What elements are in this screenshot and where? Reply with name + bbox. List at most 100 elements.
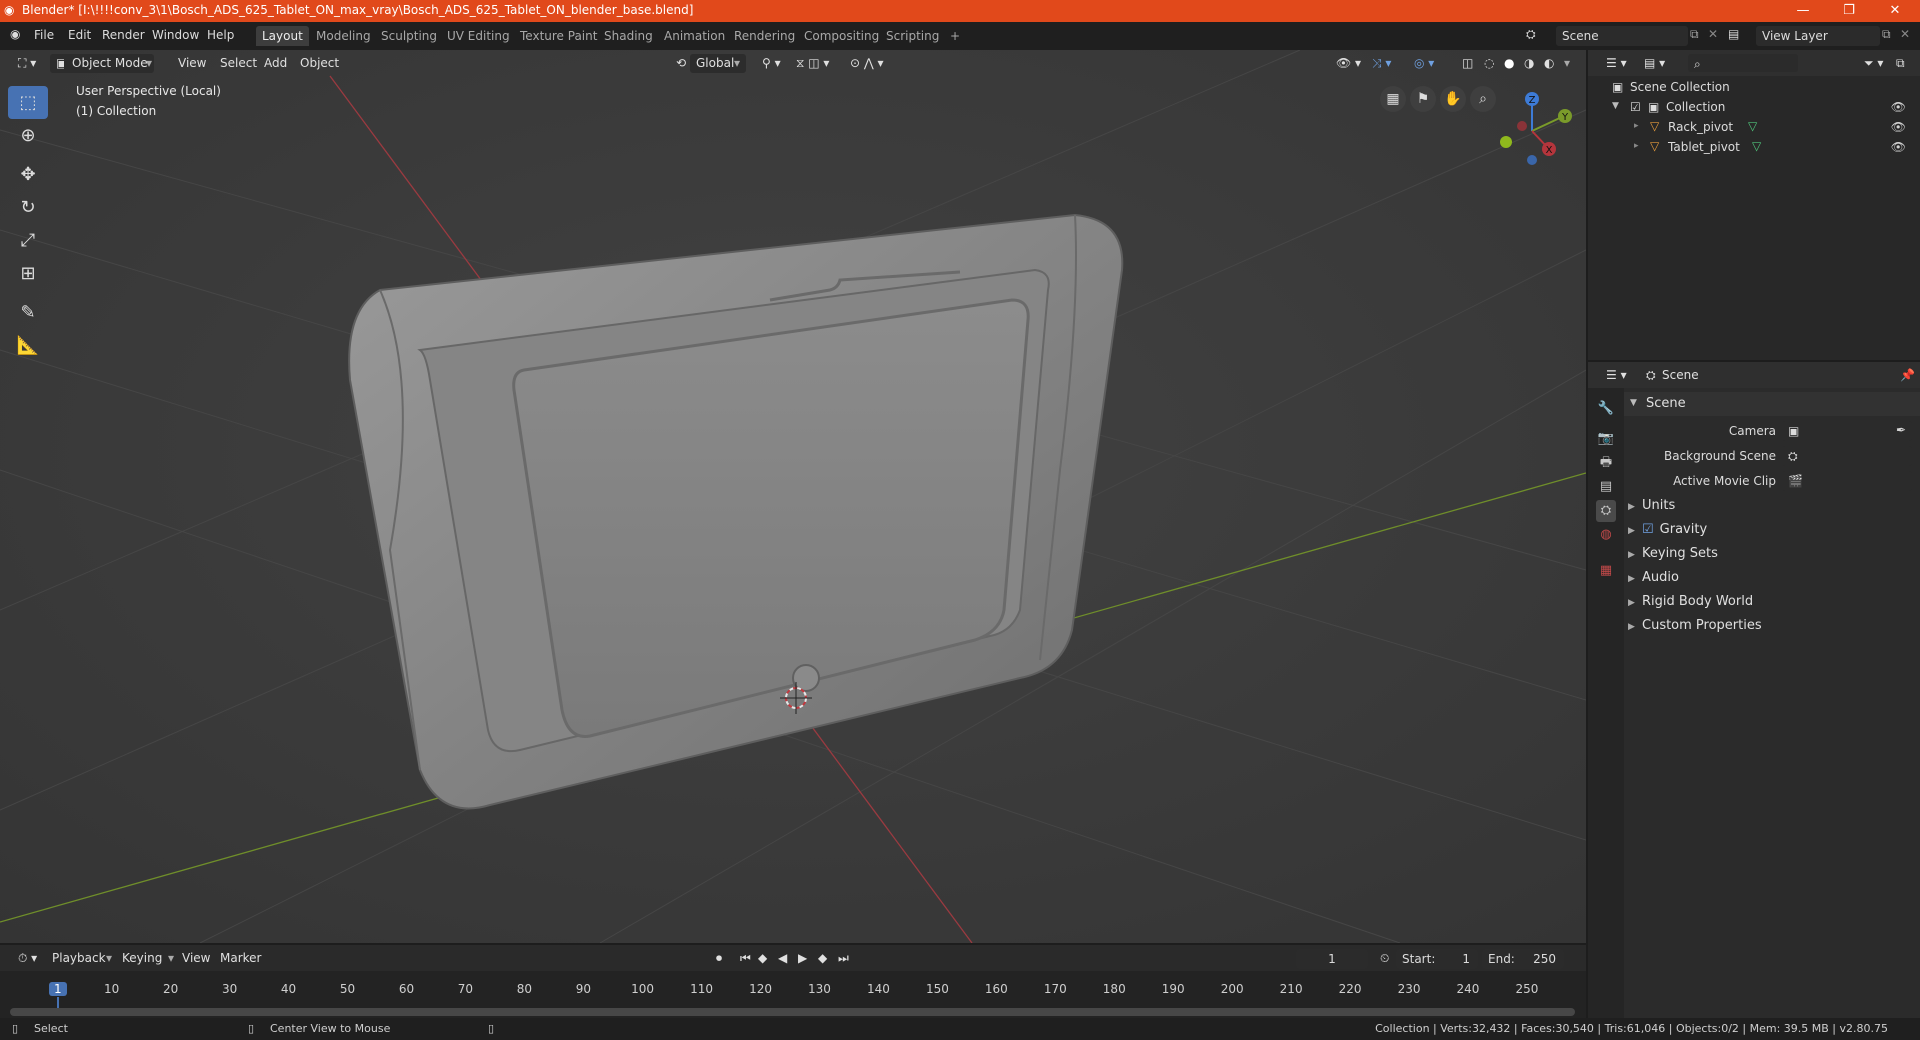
select-box-icon[interactable]: ⬚ bbox=[8, 86, 48, 119]
panel-units[interactable]: ▶ Units bbox=[1628, 498, 1920, 522]
jump-end-icon[interactable]: ⏭ bbox=[832, 949, 855, 968]
panel-keying-sets[interactable]: ▶ Keying Sets bbox=[1628, 546, 1920, 570]
close-button[interactable]: ✕ bbox=[1872, 0, 1918, 22]
scale-tool-icon[interactable]: ⤢ bbox=[8, 224, 48, 257]
scene-panel-header[interactable]: ▼ Scene bbox=[1624, 392, 1920, 416]
navigation-gizmo[interactable]: Z Y X bbox=[1492, 86, 1572, 166]
current-frame-field[interactable]: 1 bbox=[1296, 949, 1368, 969]
menu-edit[interactable]: Edit bbox=[68, 28, 91, 42]
tab-animation[interactable]: Animation bbox=[658, 26, 731, 46]
gravity-checkbox[interactable]: ☑ bbox=[1642, 522, 1654, 537]
world-tab-icon[interactable]: ◍ bbox=[1596, 524, 1616, 546]
include-checkbox[interactable]: ☑ bbox=[1630, 100, 1641, 114]
eyedropper-icon[interactable]: ✒ bbox=[1896, 423, 1906, 437]
timeline-menu-view[interactable]: View bbox=[176, 949, 216, 968]
active-movie-clip-field[interactable]: 🎬 bbox=[1782, 471, 1912, 491]
outliner-display-mode-icon[interactable]: ▤ ▾ bbox=[1638, 54, 1671, 73]
visibility-icon[interactable]: 👁 ▾ bbox=[1330, 54, 1367, 73]
cursor-tool-icon[interactable]: ⊕ bbox=[8, 119, 48, 152]
render-tab-icon[interactable]: 📷 bbox=[1596, 428, 1616, 450]
new-collection-icon[interactable]: ⧉ bbox=[1890, 54, 1911, 73]
editor-type-icon[interactable]: ⛶ ▾ bbox=[12, 54, 42, 73]
tab-scripting[interactable]: Scripting bbox=[880, 26, 945, 46]
current-frame-marker[interactable]: 1 bbox=[49, 982, 67, 996]
tree-row-rack-pivot[interactable]: ▸ ▽ Rack_pivot ▽ 👁 bbox=[1588, 118, 1920, 138]
proportional-edit-icon[interactable]: ⊙ ⋀ ▾ bbox=[844, 54, 890, 73]
add-workspace-button[interactable]: + bbox=[944, 26, 966, 46]
camera-field[interactable]: ▣ bbox=[1782, 421, 1912, 441]
viewport-menu-object[interactable]: Object bbox=[294, 54, 345, 73]
tree-row-tablet-pivot[interactable]: ▸ ▽ Tablet_pivot ▽ 👁 bbox=[1588, 138, 1920, 158]
viewport-menu-view[interactable]: View bbox=[172, 54, 212, 73]
tab-rendering[interactable]: Rendering bbox=[728, 26, 801, 46]
expand-arrow-icon[interactable]: ▸ bbox=[1634, 121, 1639, 131]
tab-uv-editing[interactable]: UV Editing bbox=[441, 26, 516, 46]
pin-icon[interactable]: 📌 bbox=[1894, 366, 1920, 385]
mesh-data-icon[interactable]: ▽ bbox=[1748, 119, 1757, 133]
outliner-filter-icon[interactable]: ⏷ ▾ bbox=[1858, 54, 1889, 73]
menu-window[interactable]: Window bbox=[152, 28, 199, 42]
3d-viewport[interactable]: ⛶ ▾ ▣ Object Mode ▾ View Select Add Obje… bbox=[0, 50, 1586, 943]
xray-toggle-icon[interactable]: ◫ bbox=[1456, 54, 1479, 73]
timeline-menu-marker[interactable]: Marker bbox=[214, 949, 267, 968]
panel-rigid-body-world[interactable]: ▶ Rigid Body World bbox=[1628, 594, 1920, 618]
start-frame-field[interactable]: Start: 1 bbox=[1396, 949, 1478, 969]
move-tool-icon[interactable]: ✥ bbox=[8, 158, 48, 191]
scene-tab-icon[interactable]: ⛭ bbox=[1596, 500, 1616, 522]
texture-tab-icon[interactable]: ▦ bbox=[1596, 560, 1616, 582]
tree-row-collection[interactable]: ▼ ☑ ▣ Collection 👁 bbox=[1588, 98, 1920, 118]
timeline-editor-type-icon[interactable]: ⏱ ▾ bbox=[12, 949, 43, 968]
timeline-menu-keying[interactable]: Keying bbox=[116, 949, 168, 968]
outliner-editor-type-icon[interactable]: ☰ ▾ bbox=[1600, 54, 1633, 73]
minimize-button[interactable]: — bbox=[1780, 0, 1826, 22]
background-scene-field[interactable]: ⛭ bbox=[1782, 446, 1912, 466]
gizmo-neg-x-icon[interactable] bbox=[1517, 121, 1527, 131]
prev-keyframe-icon[interactable]: ◆ bbox=[752, 949, 773, 968]
tab-layout[interactable]: Layout bbox=[256, 26, 309, 46]
tab-shading[interactable]: Shading bbox=[598, 26, 659, 46]
tab-sculpting[interactable]: Sculpting bbox=[375, 26, 443, 46]
preview-range-clock-icon[interactable]: ⏲ bbox=[1374, 949, 1395, 968]
panel-audio[interactable]: ▶ Audio bbox=[1628, 570, 1920, 594]
view-layer-icon[interactable]: ▤ bbox=[1728, 27, 1739, 41]
mesh-data-icon[interactable]: ▽ bbox=[1752, 139, 1761, 153]
gizmo-neg-z-icon[interactable] bbox=[1527, 155, 1537, 165]
shading-options-chevron-down-icon[interactable]: ▾ bbox=[1558, 54, 1576, 73]
timeline-editor[interactable]: ⏱ ▾ Playback ▾ Keying ▾ View Marker ⏺ ⏮ … bbox=[0, 945, 1586, 1018]
remove-view-layer-icon[interactable]: ✕ bbox=[1900, 27, 1910, 41]
timeline-scrollbar[interactable] bbox=[10, 1008, 1575, 1016]
gizmo-toggle-icon[interactable]: ⤨ ▾ bbox=[1366, 54, 1397, 73]
pivot-point-icon[interactable]: ⚲ ▾ bbox=[756, 54, 787, 73]
blender-menu-icon[interactable]: ◉ bbox=[10, 27, 20, 41]
play-icon[interactable]: ▶ bbox=[792, 949, 813, 968]
annotate-tool-icon[interactable]: ✎ bbox=[8, 296, 48, 329]
toggle-perspective-icon[interactable]: ▦ bbox=[1380, 86, 1406, 112]
expand-arrow-icon[interactable]: ▸ bbox=[1634, 141, 1639, 151]
panel-custom-properties[interactable]: ▶ Custom Properties bbox=[1628, 618, 1920, 642]
view-layer-field[interactable]: View Layer bbox=[1756, 26, 1880, 46]
tab-texture-paint[interactable]: Texture Paint bbox=[514, 26, 603, 46]
record-icon[interactable]: ⏺ bbox=[710, 949, 728, 968]
visibility-eye-icon[interactable]: 👁 bbox=[1891, 120, 1906, 134]
gizmo-neg-y-icon[interactable] bbox=[1500, 136, 1512, 148]
snap-icon[interactable]: ⧖ ◫ ▾ bbox=[790, 54, 835, 73]
menu-render[interactable]: Render bbox=[102, 28, 145, 42]
rotate-tool-icon[interactable]: ↻ bbox=[8, 191, 48, 224]
output-tab-icon[interactable]: 🖶 bbox=[1596, 452, 1616, 474]
tree-row-scene-collection[interactable]: ▣ Scene Collection bbox=[1588, 78, 1920, 98]
camera-view-icon[interactable]: ⚑ bbox=[1410, 86, 1436, 112]
panel-gravity[interactable]: ▶ ☑ Gravity bbox=[1628, 522, 1920, 546]
maximize-button[interactable]: ❐ bbox=[1826, 0, 1872, 22]
outliner-search-input[interactable]: ⌕ bbox=[1688, 54, 1798, 72]
view-layer-tab-icon[interactable]: ▤ bbox=[1596, 476, 1616, 498]
menu-help[interactable]: Help bbox=[207, 28, 234, 42]
scene-selector-icon[interactable]: ⛭ bbox=[1526, 27, 1536, 42]
overlays-toggle-icon[interactable]: ◎ ▾ bbox=[1408, 54, 1440, 73]
properties-editor-type-icon[interactable]: ☰ ▾ bbox=[1600, 366, 1633, 385]
viewport-menu-add[interactable]: Add bbox=[258, 54, 293, 73]
end-frame-field[interactable]: End: 250 bbox=[1482, 949, 1564, 969]
menu-file[interactable]: File bbox=[34, 28, 54, 42]
new-view-layer-icon[interactable]: ⧉ bbox=[1882, 27, 1891, 42]
scene-name-field[interactable]: Scene bbox=[1556, 26, 1688, 46]
tool-tab-icon[interactable]: 🔧 bbox=[1596, 398, 1616, 420]
